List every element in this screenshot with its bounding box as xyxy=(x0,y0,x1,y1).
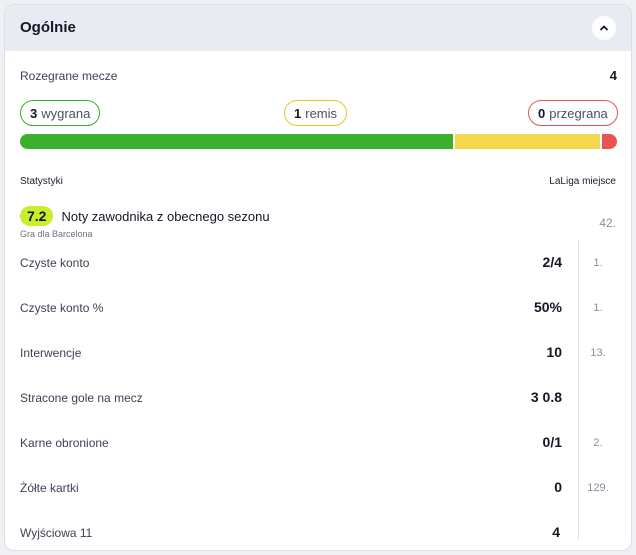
stat-value: 2/4 xyxy=(542,254,562,270)
stat-label: Karne obronione xyxy=(20,436,109,450)
league-rank-header: LaLiga miejsce xyxy=(549,176,616,187)
stat-value: 4 xyxy=(552,524,560,540)
stat-row: Żółte kartki 0 129. xyxy=(20,478,617,498)
stat-value: 3 0.8 xyxy=(530,389,562,405)
stat-label: Stracone gole na mecz xyxy=(20,391,143,405)
losses-count: 0 xyxy=(538,105,546,121)
chevron-up-icon xyxy=(600,25,608,31)
results-bar-losses xyxy=(602,134,617,149)
stat-label: Czyste konto xyxy=(20,256,90,270)
stat-label: Wyjściowa 11 xyxy=(20,526,93,540)
stat-value: 10 xyxy=(546,344,562,360)
results-bar-wins xyxy=(20,134,453,149)
matches-played-value: 4 xyxy=(609,68,617,83)
stat-rank: 2. xyxy=(593,437,603,449)
results-bar xyxy=(20,134,617,149)
stat-row: Stracone gole na mecz 3 0.8 xyxy=(20,388,617,408)
draws-label: remis xyxy=(305,105,338,121)
matches-played-label: Rozegrane mecze xyxy=(20,69,118,83)
losses-pill: 0 przegrana xyxy=(528,100,618,126)
wins-count: 3 xyxy=(30,105,38,121)
losses-label: przegrana xyxy=(549,105,608,121)
stat-label: Czyste konto % xyxy=(20,301,104,315)
card-title: Ogólnie xyxy=(20,19,76,36)
stat-row: Karne obronione 0/1 2. xyxy=(20,433,617,453)
results-bar-draws xyxy=(454,134,601,149)
stat-label: Żółte kartki xyxy=(20,481,79,495)
draws-count: 1 xyxy=(294,105,302,121)
stat-rank: 129. xyxy=(587,482,609,494)
matches-played-row: Rozegrane mecze 4 xyxy=(20,67,617,85)
stat-rank: 1. xyxy=(593,257,603,269)
wins-label: wygrana xyxy=(41,105,91,121)
rating-row: 7.2 Noty zawodnika z obecnego sezonu xyxy=(20,205,270,227)
stats-section-label: Statystyki xyxy=(20,176,63,187)
stat-value: 0 xyxy=(554,479,562,495)
stat-row: Interwencje 10 13. xyxy=(20,343,617,363)
stat-value: 50% xyxy=(533,299,562,315)
rating-badge: 7.2 xyxy=(20,206,54,226)
general-stats-card: Ogólnie Rozegrane mecze 4 3 wygrana 1 re… xyxy=(4,4,632,551)
stat-rank: 1. xyxy=(593,302,603,314)
rating-rank: 42. xyxy=(599,216,616,230)
draws-pill: 1 remis xyxy=(284,100,348,126)
collapse-button[interactable] xyxy=(592,16,616,40)
rating-subtitle: Gra dla Barcelona xyxy=(20,229,93,239)
rating-title: Noty zawodnika z obecnego sezonu xyxy=(61,208,270,224)
wins-pill: 3 wygrana xyxy=(20,100,101,126)
stat-rank: 13. xyxy=(590,347,606,359)
stat-row: Czyste konto % 50% 1. xyxy=(20,298,617,318)
stat-row: Wyjściowa 11 4 xyxy=(20,523,617,543)
stat-label: Interwencje xyxy=(20,346,82,360)
stat-value: 0/1 xyxy=(542,434,562,450)
stat-row: Czyste konto 2/4 1. xyxy=(20,253,617,273)
card-header[interactable]: Ogólnie xyxy=(5,5,631,51)
